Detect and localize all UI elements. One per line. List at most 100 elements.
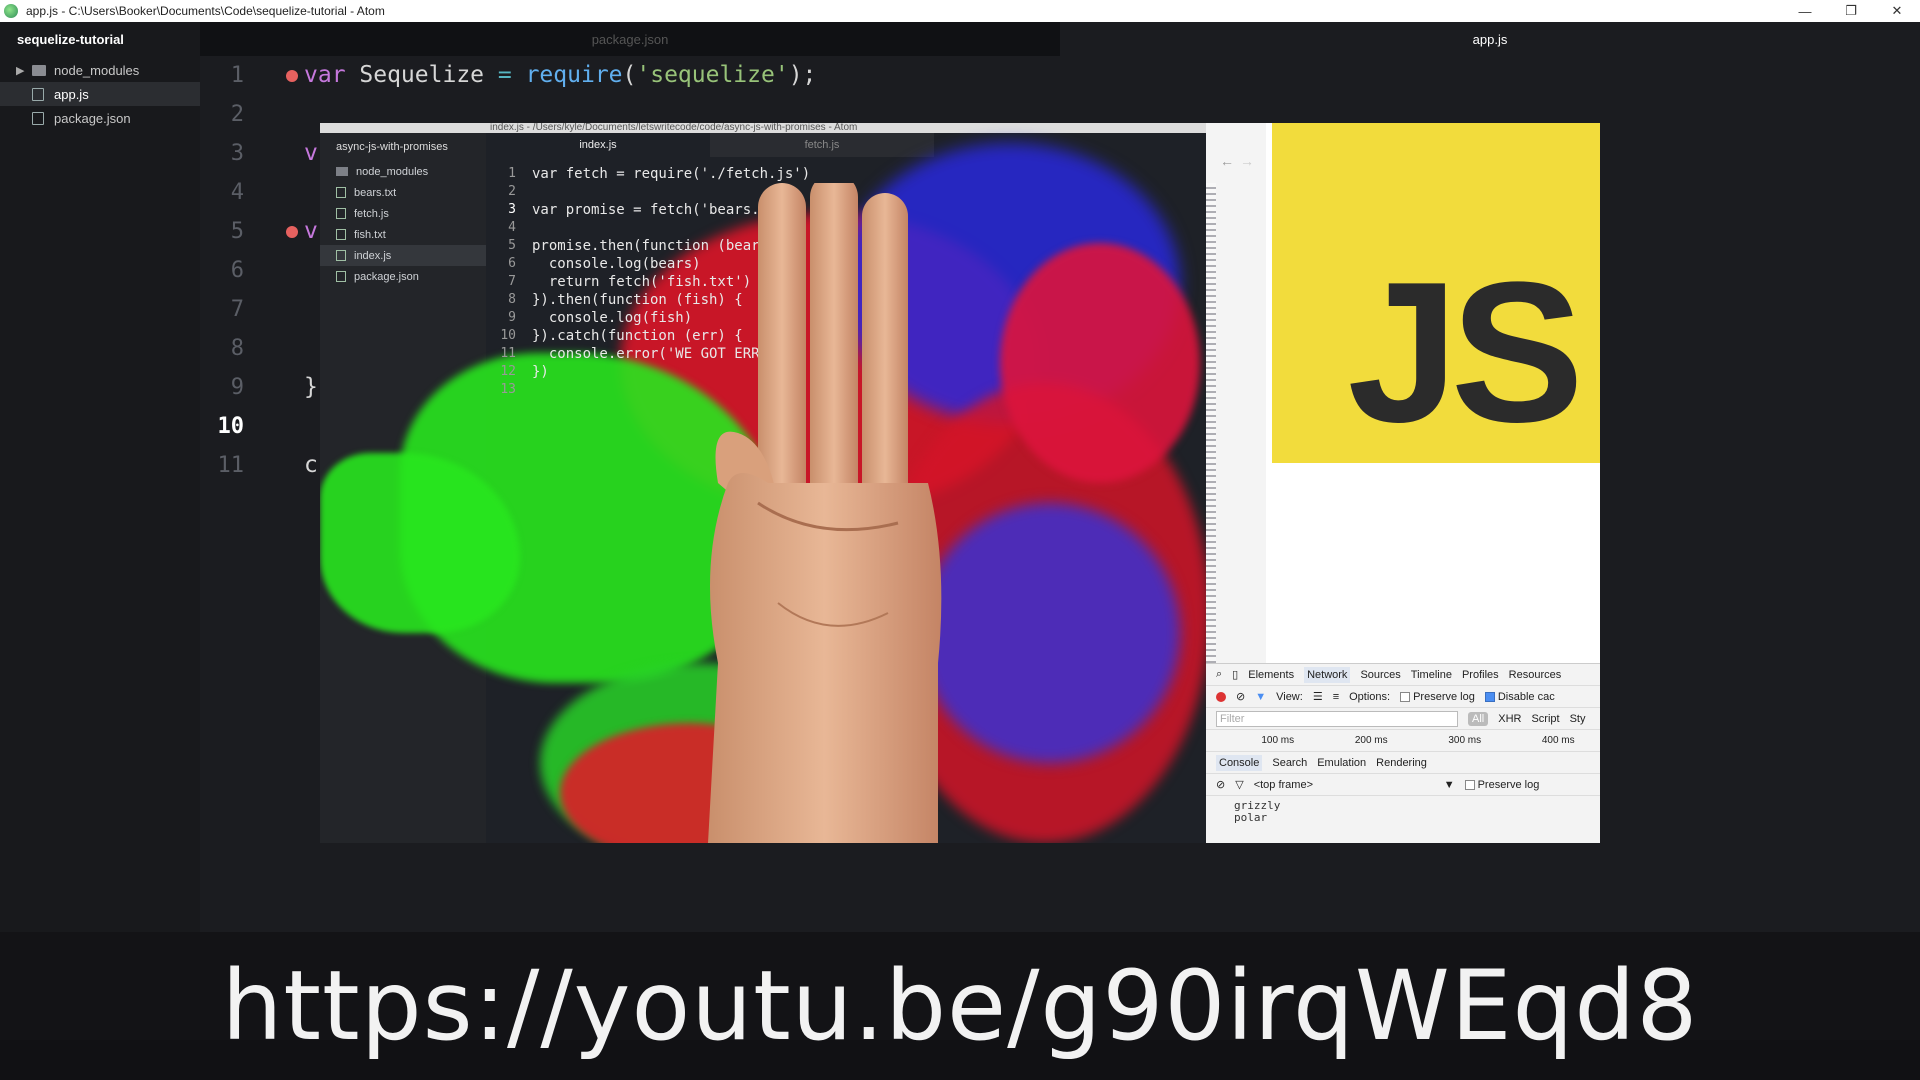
video-atom-title: index.js - /Users/kyle/Documents/letswri… bbox=[320, 123, 1206, 133]
tick-label: 200 ms bbox=[1354, 735, 1388, 746]
drawer-tabs: Console Search Emulation Rendering bbox=[1206, 752, 1600, 774]
file-icon bbox=[336, 229, 346, 240]
file-icon bbox=[336, 208, 346, 219]
line-number: 11 bbox=[217, 453, 245, 478]
url-overlay-banner: https://youtu.be/g90irqWEqd8 bbox=[0, 932, 1920, 1080]
tree-item-package-json[interactable]: package.json bbox=[0, 106, 200, 130]
breakpoint-icon[interactable] bbox=[286, 226, 298, 238]
options-label: Options: bbox=[1349, 690, 1391, 703]
close-button[interactable]: ✕ bbox=[1874, 0, 1920, 22]
preserve-log-option: Preserve log bbox=[1400, 691, 1475, 703]
video-atom-window: index.js - /Users/kyle/Documents/letswri… bbox=[320, 123, 1206, 843]
filter-input: Filter bbox=[1216, 710, 1458, 727]
paint-splash bbox=[920, 503, 1180, 763]
code-line-10: c bbox=[304, 452, 318, 478]
back-arrow-icon: ← bbox=[1220, 153, 1234, 169]
tree-item-app-js[interactable]: app.js bbox=[0, 82, 200, 106]
video-browser-window: ← → JS ⌕ ▯ Elements Network Sources Time… bbox=[1206, 123, 1600, 843]
line-number-gutter: 1 2 3 4 5 6 7 8 9 10 11 bbox=[200, 56, 260, 485]
tree-item-node-modules[interactable]: ▶ node_modules bbox=[0, 58, 200, 82]
three-fingers-hand-image bbox=[708, 183, 942, 843]
video-tree-item: fish.txt bbox=[320, 224, 486, 245]
console-line: polar bbox=[1234, 811, 1268, 824]
tick-label: 400 ms bbox=[1541, 735, 1575, 746]
code-line-8: } bbox=[304, 374, 318, 400]
video-tab-fetch-js: fetch.js bbox=[710, 133, 934, 157]
log-gutter bbox=[1206, 183, 1216, 663]
tab-package-json[interactable]: package.json bbox=[200, 22, 1060, 56]
editor-tab-bar: package.json app.js bbox=[200, 22, 1920, 56]
video-tree-item: fetch.js bbox=[320, 203, 486, 224]
line-number: 9 bbox=[230, 375, 244, 400]
minimize-button[interactable]: — bbox=[1782, 0, 1828, 22]
code-line-3: v bbox=[304, 140, 318, 166]
drawer-tab-rendering: Rendering bbox=[1376, 756, 1427, 769]
drawer-tab-search: Search bbox=[1272, 756, 1308, 769]
filter-script: Script bbox=[1531, 712, 1560, 725]
tree-view: sequelize-tutorial ▶ node_modules app.js… bbox=[0, 22, 200, 932]
video-code-line: 1 var fetch = require('./fetch.js') bbox=[508, 166, 811, 182]
network-filter-row: Filter All XHR Script Sty bbox=[1206, 708, 1600, 730]
tick-label: 100 ms bbox=[1261, 735, 1295, 746]
video-tree-item: node_modules bbox=[320, 161, 486, 182]
project-root[interactable]: sequelize-tutorial bbox=[0, 22, 200, 58]
filter-icon: ▽ bbox=[1235, 779, 1244, 791]
line-number: 6 bbox=[230, 258, 244, 283]
clear-icon: ⊘ bbox=[1216, 779, 1226, 791]
checkbox-icon bbox=[1400, 691, 1411, 702]
js-logo-text: JS bbox=[1347, 241, 1584, 464]
line-number: 2 bbox=[230, 102, 244, 127]
clear-icon: ⊘ bbox=[1236, 691, 1246, 703]
line-number: 3 bbox=[230, 141, 244, 166]
javascript-logo: JS bbox=[1272, 123, 1600, 463]
code-line-5: v bbox=[304, 218, 318, 244]
filter-all: All bbox=[1468, 711, 1489, 726]
youtube-url-text: https://youtu.be/g90irqWEqd8 bbox=[221, 950, 1699, 1062]
file-icon bbox=[32, 87, 44, 101]
file-icon bbox=[336, 271, 346, 282]
console-toolbar: ⊘ ▽ <top frame> ▼ Preserve log bbox=[1206, 774, 1600, 796]
view-label: View: bbox=[1276, 690, 1303, 703]
checkbox-icon bbox=[1464, 779, 1475, 790]
network-toolbar: ⊘ ▼ View: ☰ ≡ Options: Preserve log Disa… bbox=[1206, 686, 1600, 708]
file-icon bbox=[32, 111, 44, 125]
filter-icon: ▼ bbox=[1255, 690, 1267, 703]
line-number: 5 bbox=[230, 219, 244, 244]
devtools-tab-network: Network bbox=[1304, 666, 1351, 683]
device-icon: ▯ bbox=[1232, 669, 1239, 681]
tick-label: 300 ms bbox=[1448, 735, 1482, 746]
line-number: 1 bbox=[230, 63, 244, 88]
breakpoint-icon[interactable] bbox=[286, 70, 298, 82]
folder-icon bbox=[32, 64, 46, 76]
video-tree-root: async-js-with-promises bbox=[336, 141, 448, 153]
current-line-number: 10 bbox=[217, 414, 245, 439]
code-line-1: var Sequelize = require('sequelize'); bbox=[304, 62, 817, 88]
restore-button[interactable]: ❐ bbox=[1828, 0, 1874, 22]
devtools-tabs: ⌕ ▯ Elements Network Sources Timeline Pr… bbox=[1206, 664, 1600, 686]
video-tab-bar: index.js fetch.js bbox=[486, 133, 1206, 157]
file-icon bbox=[336, 187, 346, 198]
list-view-icon: ☰ bbox=[1312, 691, 1323, 703]
timeline-ticks: 100 ms 200 ms 300 ms 400 ms bbox=[1206, 730, 1600, 752]
line-number: 4 bbox=[230, 180, 244, 205]
video-overlay[interactable]: index.js - /Users/kyle/Documents/letswri… bbox=[320, 123, 1600, 843]
drawer-tab-console: Console bbox=[1216, 754, 1263, 771]
tab-app-js[interactable]: app.js bbox=[1060, 22, 1920, 56]
console-output: grizzly polar bbox=[1206, 796, 1600, 824]
folder-icon bbox=[336, 167, 348, 176]
frame-select: <top frame> bbox=[1253, 778, 1314, 791]
waterfall-icon: ≡ bbox=[1332, 690, 1340, 703]
devtools-tab-elements: Elements bbox=[1248, 668, 1295, 681]
devtools-tab-profiles: Profiles bbox=[1461, 668, 1499, 681]
drawer-tab-emulation: Emulation bbox=[1317, 756, 1367, 769]
file-icon bbox=[336, 250, 346, 261]
checkbox-checked-icon bbox=[1484, 691, 1495, 702]
window-controls: — ❐ ✕ bbox=[1782, 0, 1920, 22]
filter-style: Sty bbox=[1569, 712, 1586, 725]
console-line: grizzly bbox=[1234, 799, 1281, 812]
tree-item-label: app.js bbox=[54, 86, 89, 102]
window-title: app.js - C:\Users\Booker\Documents\Code\… bbox=[26, 4, 385, 18]
chevron-right-icon: ▶ bbox=[16, 64, 25, 77]
devtools-tab-sources: Sources bbox=[1360, 668, 1401, 681]
devtools-panel: ⌕ ▯ Elements Network Sources Timeline Pr… bbox=[1206, 663, 1600, 843]
